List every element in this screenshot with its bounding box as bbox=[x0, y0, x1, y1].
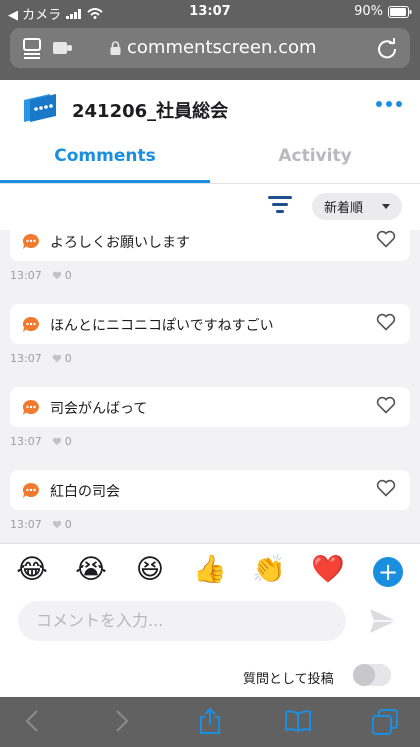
battery-icon bbox=[388, 5, 412, 18]
send-icon[interactable] bbox=[368, 607, 398, 635]
add-reaction-button[interactable]: + bbox=[373, 557, 403, 587]
address-bar[interactable]: commentscreen.com bbox=[10, 28, 410, 68]
comment-text: よろしくお願いします bbox=[50, 235, 190, 251]
app-header: 241206_社員総会 bbox=[0, 80, 420, 136]
toggle-knob bbox=[353, 664, 375, 686]
commentscreen-logo bbox=[24, 94, 56, 122]
crying-emoji[interactable]: 😭 bbox=[75, 554, 107, 586]
like-count: 0 bbox=[52, 352, 72, 365]
battery-percent: 90% bbox=[354, 4, 383, 19]
sort-order-select[interactable]: 新着順 bbox=[312, 193, 402, 220]
comment-bubble-icon bbox=[22, 233, 39, 249]
tab-comments[interactable]: Comments bbox=[0, 146, 210, 166]
like-count-value: 0 bbox=[64, 518, 72, 531]
url-text: commentscreen.com bbox=[127, 37, 317, 58]
small-heart-icon bbox=[52, 271, 61, 280]
reader-view-icon[interactable] bbox=[22, 37, 42, 59]
small-heart-icon bbox=[52, 520, 61, 529]
grinning-squint-emoji[interactable]: 😆 bbox=[134, 554, 166, 586]
heart-outline-icon[interactable] bbox=[376, 230, 396, 248]
thumbs-up-emoji[interactable]: 👍 bbox=[193, 554, 227, 586]
laughing-tears-emoji[interactable]: 😂 bbox=[16, 554, 48, 586]
like-count-value: 0 bbox=[64, 269, 72, 282]
battery-indicator: 90% bbox=[354, 4, 412, 19]
post-as-question-toggle[interactable] bbox=[353, 664, 391, 686]
comment-list[interactable]: よろしくお願いします 13:07 0 ほんとにニコニコぽいですねすごい 13:0… bbox=[0, 230, 420, 543]
comment-text: 紅白の司会 bbox=[50, 484, 120, 500]
comment-card[interactable]: 紅白の司会 bbox=[10, 470, 410, 510]
lock-icon bbox=[110, 40, 121, 55]
sort-order-value: 新着順 bbox=[324, 201, 364, 216]
sort-toolbar: 新着順 bbox=[0, 184, 420, 230]
more-dots-icon bbox=[376, 101, 382, 107]
like-count: 0 bbox=[52, 269, 72, 282]
url-display[interactable]: commentscreen.com bbox=[110, 37, 317, 58]
comment-time: 13:07 bbox=[10, 435, 42, 448]
forward-arrow-icon[interactable] bbox=[114, 709, 130, 733]
comment-time: 13:07 bbox=[10, 352, 42, 365]
post-as-question-label: 質問として投稿 bbox=[243, 672, 334, 687]
reload-icon[interactable] bbox=[376, 37, 398, 59]
plus-icon: + bbox=[377, 558, 399, 586]
heart-outline-icon[interactable] bbox=[376, 313, 396, 331]
comment-text: 司会がんばって bbox=[50, 401, 148, 417]
comment-card[interactable]: ほんとにニコニコぽいですねすごい bbox=[10, 304, 410, 344]
filter-icon[interactable] bbox=[268, 194, 292, 216]
comment-meta: 13:07 0 bbox=[10, 435, 72, 448]
reaction-bar: 😂 😭 😆 👍 👏 ❤️ bbox=[0, 554, 420, 590]
comment-meta: 13:07 0 bbox=[10, 269, 72, 282]
like-count: 0 bbox=[52, 518, 72, 531]
tab-activity[interactable]: Activity bbox=[210, 146, 420, 166]
comment-card[interactable]: よろしくお願いします bbox=[10, 230, 410, 261]
small-heart-icon bbox=[52, 354, 61, 363]
extension-puzzle-icon[interactable] bbox=[52, 40, 76, 56]
like-count-value: 0 bbox=[64, 435, 72, 448]
status-bar: ◀ カメラ 13:07 90% bbox=[0, 0, 420, 24]
comment-input[interactable]: コメントを入力... bbox=[18, 601, 346, 641]
comment-bubble-icon bbox=[22, 482, 39, 498]
tabs-icon[interactable] bbox=[372, 709, 398, 735]
heart-outline-icon[interactable] bbox=[376, 396, 396, 414]
comment-card[interactable]: 司会がんばって bbox=[10, 387, 410, 427]
comment-bubble-icon bbox=[22, 399, 39, 415]
clapping-hands-emoji[interactable]: 👏 bbox=[252, 554, 286, 586]
comment-meta: 13:07 0 bbox=[10, 352, 72, 365]
browser-toolbar bbox=[0, 697, 420, 747]
comment-meta: 13:07 0 bbox=[10, 518, 72, 531]
event-title: 241206_社員総会 bbox=[72, 101, 229, 122]
like-count: 0 bbox=[52, 435, 72, 448]
chevron-down-icon bbox=[382, 204, 390, 209]
comment-time: 13:07 bbox=[10, 518, 42, 531]
back-arrow-icon[interactable] bbox=[24, 709, 40, 733]
red-heart-emoji[interactable]: ❤️ bbox=[311, 554, 345, 586]
small-heart-icon bbox=[52, 437, 61, 446]
browser-chrome: ◀ カメラ 13:07 90% commentscreen.com bbox=[0, 0, 420, 80]
more-menu-button[interactable] bbox=[376, 101, 402, 107]
comment-text: ほんとにニコニコぽいですねすごい bbox=[50, 318, 274, 334]
like-count-value: 0 bbox=[64, 352, 72, 365]
heart-outline-icon[interactable] bbox=[376, 479, 396, 497]
comment-bubble-icon bbox=[22, 316, 39, 332]
active-tab-indicator bbox=[0, 180, 210, 183]
compose-panel: 😂 😭 😆 👍 👏 ❤️ + コメントを入力... 質問として投稿 bbox=[0, 543, 420, 697]
share-icon[interactable] bbox=[198, 707, 222, 735]
tab-bar: Comments Activity bbox=[0, 136, 420, 184]
bookmarks-icon[interactable] bbox=[284, 709, 312, 733]
comment-time: 13:07 bbox=[10, 269, 42, 282]
